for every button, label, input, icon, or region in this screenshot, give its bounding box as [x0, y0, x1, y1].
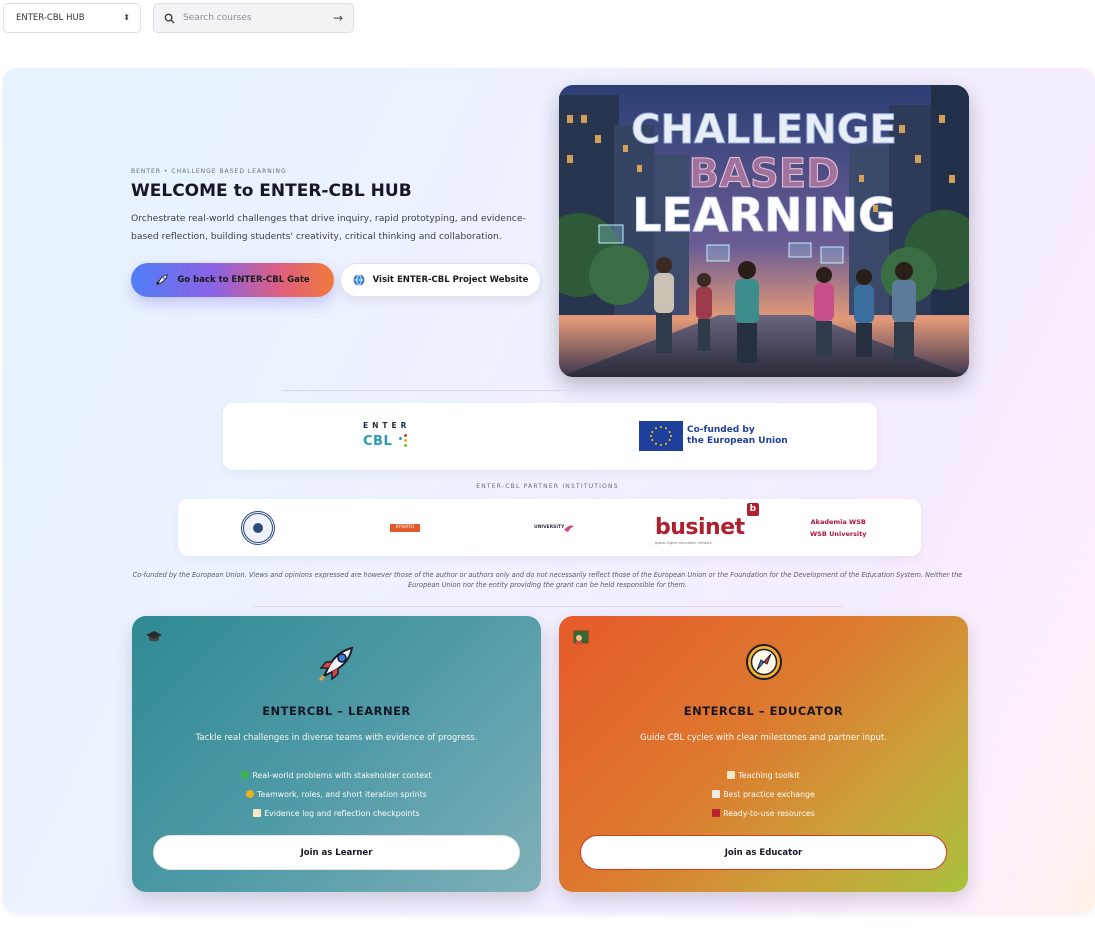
globe-icon — [353, 274, 365, 286]
educator-feature-list: Teaching toolkit Best practice exchange … — [559, 766, 968, 823]
rocket-small-icon — [156, 274, 169, 286]
list-item: Ready-to-use resources — [559, 804, 968, 823]
partner-seal-logo — [241, 499, 275, 556]
eu-disclaimer: Co-funded by the European Union. Views a… — [132, 571, 963, 589]
gate-button[interactable]: Go back to ENTER-CBL Gate — [131, 263, 334, 297]
logo-dots-icon — [397, 433, 408, 448]
educator-item-2: Best practice exchange — [723, 790, 815, 799]
porto-label: P.PORTO — [390, 523, 420, 532]
partner-porto-logo: P.PORTO — [390, 499, 420, 556]
gate-button-label: Go back to ENTER-CBL Gate — [177, 275, 310, 285]
learner-title: ENTERCBL – LEARNER — [262, 704, 411, 718]
partner-university-logo: UNIVERSITY — [534, 499, 575, 556]
heart-icon — [246, 790, 255, 798]
hub-select[interactable]: ENTER-CBL HUB ⬍ — [3, 3, 141, 33]
toolbox-icon — [712, 809, 721, 817]
search-icon — [164, 13, 175, 24]
university-seal-icon — [241, 510, 275, 545]
learner-card: ENTERCBL – LEARNER Tackle real challenge… — [132, 616, 541, 892]
wsb-line-2: WSB University — [810, 529, 867, 538]
search-input[interactable] — [183, 13, 325, 23]
eu-flag-icon — [639, 421, 683, 451]
eu-line-1: Co-funded by — [687, 425, 755, 435]
page-title: WELCOME to ENTER-CBL HUB — [131, 181, 412, 201]
eu-line-2: the European Union — [687, 436, 788, 446]
partners-card: P.PORTO UNIVERSITY businet b global high… — [178, 499, 921, 556]
enter-logo-bottom: CBL — [363, 434, 393, 449]
partner-wsb-logo: Akademia WSB WSB University — [810, 499, 867, 556]
join-educator-button[interactable]: Join as Educator — [580, 835, 947, 870]
enter-logo-top: ENTER — [363, 421, 411, 430]
educator-card: ENTERCBL – EDUCATOR Guide CBL cycles wit… — [559, 616, 968, 892]
learner-item-1: Real-world problems with stakeholder con… — [252, 771, 432, 780]
educator-description: Guide CBL cycles with clear milestones a… — [640, 733, 887, 743]
hub-select-value: ENTER-CBL HUB — [16, 13, 85, 23]
learner-item-2: Teamwork, roles, and short iteration spr… — [257, 790, 427, 799]
businet-sub: global higher education network — [655, 541, 712, 545]
rocket-icon — [132, 642, 541, 684]
list-item: Teaching toolkit — [559, 766, 968, 785]
educator-title: ENTERCBL – EDUCATOR — [683, 704, 844, 718]
educator-item-1: Teaching toolkit — [738, 771, 800, 780]
funding-card: ENTER CBL Co-funded by the European Unio… — [223, 403, 877, 470]
partners-heading: ENTER-CBL PARTNER INSTITUTIONS — [476, 483, 619, 490]
book-icon — [727, 771, 736, 779]
bird-icon — [564, 525, 575, 532]
list-item: Evidence log and reflection checkpoints — [132, 804, 541, 823]
educator-item-3: Ready-to-use resources — [723, 809, 815, 818]
partner-businet-logo: businet b global higher education networ… — [655, 499, 759, 556]
university-label: UNIVERSITY — [534, 525, 565, 530]
topbar: ENTER-CBL HUB ⬍ → — [3, 3, 354, 33]
list-item: Teamwork, roles, and short iteration spr… — [132, 785, 541, 804]
learner-item-3: Evidence log and reflection checkpoints — [264, 809, 420, 818]
clipboard-icon — [253, 809, 262, 817]
hero-lead: Orchestrate real-world challenges that d… — [131, 213, 526, 242]
compass-icon — [559, 642, 968, 682]
businet-badge: b — [746, 503, 759, 516]
hero-image: CHALLENGE BASED LEARNING — [559, 85, 969, 377]
eu-cofunded-text: Co-funded by the European Union — [687, 425, 788, 447]
divider — [282, 390, 812, 391]
hero-image-word-1: CHALLENGE — [631, 107, 897, 153]
learner-feature-list: Real-world problems with stakeholder con… — [132, 766, 541, 823]
project-website-button[interactable]: Visit ENTER-CBL Project Website — [340, 263, 541, 297]
notebook-icon — [712, 790, 721, 798]
select-arrows-icon: ⬍ — [123, 13, 130, 22]
project-website-label: Visit ENTER-CBL Project Website — [372, 275, 529, 285]
divider — [253, 606, 843, 607]
arrow-right-icon[interactable]: → — [333, 11, 343, 25]
hero-kicker: BENTER • CHALLENGE BASED LEARNING — [131, 168, 287, 175]
list-item: Best practice exchange — [559, 785, 968, 804]
businet-label: businet — [655, 515, 745, 540]
learner-description: Tackle real challenges in diverse teams … — [195, 733, 478, 743]
wsb-line-1: Akademia WSB — [810, 517, 866, 526]
enter-cbl-logo: ENTER CBL — [363, 421, 423, 449]
list-item: Real-world problems with stakeholder con… — [132, 766, 541, 785]
search-box: → — [153, 3, 354, 33]
green-dot-icon — [241, 771, 250, 779]
join-learner-button[interactable]: Join as Learner — [153, 835, 520, 870]
hero-image-word-3: LEARNING — [632, 188, 896, 242]
